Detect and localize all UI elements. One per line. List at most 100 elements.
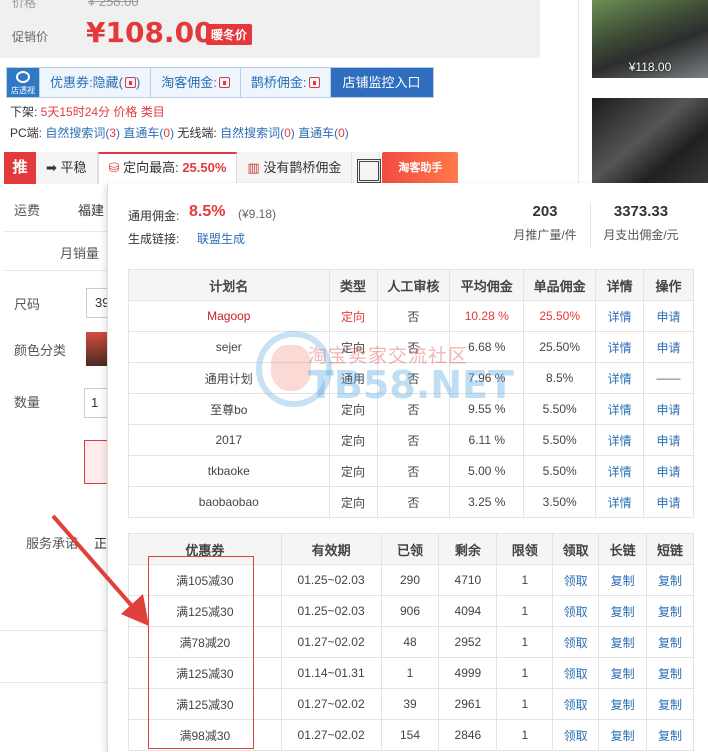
plan-detail-link[interactable]: 详情: [595, 424, 645, 456]
copy-long-link[interactable]: 复制: [598, 564, 648, 596]
column-header: 详情: [595, 269, 645, 301]
column-header: 操作: [643, 269, 694, 301]
tab-targeted-max[interactable]: ⛁ 定向最高: 25.50%: [97, 152, 238, 184]
generate-link-label: 生成链接:: [128, 232, 180, 246]
stat-monthly-promo: 203 月推广量/件: [513, 203, 577, 242]
plan-single: 25.50%: [523, 300, 597, 332]
coupon-left: 4710: [438, 564, 498, 596]
tab-no-queqiao[interactable]: ▥ 没有鹊桥佣金: [237, 152, 353, 184]
divider: [0, 682, 107, 683]
original-price: ¥ 258.00: [88, 0, 139, 9]
copy-short-link[interactable]: 复制: [646, 657, 694, 689]
price-block: [0, 0, 540, 58]
pc-direct-train-link[interactable]: 直通车(0): [123, 126, 174, 140]
table-row: Magoop 定向 否 10.28 % 25.50% 详情 申请: [128, 300, 694, 332]
coupon-limit: 1: [496, 626, 554, 658]
coupon-limit: 1: [496, 595, 554, 627]
coupon-taken: 154: [380, 719, 440, 751]
buy-now-button[interactable]: [84, 440, 108, 484]
wireless-direct-train-link[interactable]: 直通车(0): [298, 126, 349, 140]
color-label: 颜色分类: [14, 343, 67, 358]
column-header: 限领: [496, 533, 554, 565]
coupon-get-link[interactable]: 领取: [552, 595, 600, 627]
plan-apply-link[interactable]: 申请: [643, 455, 694, 487]
column-header: 类型: [328, 269, 378, 301]
copy-short-link[interactable]: 复制: [646, 719, 694, 751]
coupon-left: 2846: [438, 719, 498, 751]
stats: 203 月推广量/件 3373.33 月支出佣金/元: [500, 203, 691, 247]
general-commission-amount: (¥9.18): [238, 207, 277, 221]
plan-apply-link[interactable]: 申请: [643, 393, 694, 425]
copy-short-link[interactable]: 复制: [646, 595, 694, 627]
plan-review: 否: [376, 300, 451, 332]
copy-long-link[interactable]: 复制: [598, 719, 648, 751]
coupon-left: 4999: [438, 657, 498, 689]
plan-detail-link[interactable]: 详情: [595, 362, 645, 394]
plan-review: 否: [376, 455, 451, 487]
coupon-limit: 1: [496, 719, 554, 751]
alliance-generate-link[interactable]: 联盟生成: [197, 230, 245, 247]
plan-detail-link[interactable]: 详情: [595, 331, 645, 363]
coupon-get-link[interactable]: 领取: [552, 657, 600, 689]
dianTouShi-toolbar: 店透视 优惠券:隐藏() 淘客佣金: 鹊桥佣金: 店铺监控入口: [6, 67, 434, 98]
coupon-get-link[interactable]: 领取: [552, 719, 600, 751]
plan-detail-link[interactable]: 详情: [595, 393, 645, 425]
copy-short-link[interactable]: 复制: [646, 688, 694, 720]
coupon-taken: 39: [380, 688, 440, 720]
copy-long-link[interactable]: 复制: [598, 657, 648, 689]
lock-icon: [218, 77, 230, 88]
watermark-domain: TB58.NET: [308, 363, 514, 407]
coupon-left: 4094: [438, 595, 498, 627]
taoke-commission-button[interactable]: 淘客佣金:: [150, 68, 240, 97]
promo-price: ¥108.00: [86, 16, 214, 49]
general-commission-rate: 8.5%: [189, 203, 226, 220]
column-header: 已领: [380, 533, 440, 565]
coupon-limit: 1: [496, 564, 554, 596]
plan-apply-link[interactable]: 申请: [643, 331, 694, 363]
qr-code-icon[interactable]: [352, 152, 382, 184]
coins-icon: ⛁: [108, 160, 120, 175]
wireless-search-keywords-link[interactable]: 自然搜索词(0): [220, 126, 295, 140]
copy-long-link[interactable]: 复制: [598, 626, 648, 658]
plan-detail-link[interactable]: 详情: [595, 300, 645, 332]
coupon-period: 01.27~02.02: [280, 626, 382, 658]
plan-detail-link[interactable]: 详情: [595, 455, 645, 487]
copy-short-link[interactable]: 复制: [646, 626, 694, 658]
copy-short-link[interactable]: 复制: [646, 564, 694, 596]
shelf-countdown: 5天15时24分: [40, 105, 111, 119]
coupon-get-link[interactable]: 领取: [552, 626, 600, 658]
table-row: 2017 定向 否 6.11 % 5.50% 详情 申请: [128, 424, 694, 456]
plan-type: 定向: [328, 424, 378, 456]
plan-apply-link[interactable]: 申请: [643, 424, 694, 456]
watermark-hand-icon: [271, 345, 311, 391]
column-header: 人工审核: [376, 269, 451, 301]
coupon-get-link[interactable]: 领取: [552, 688, 600, 720]
category-link[interactable]: 类目: [141, 105, 165, 119]
copy-long-link[interactable]: 复制: [598, 595, 648, 627]
plan-detail-link[interactable]: 详情: [595, 486, 645, 518]
keyword-info: PC端: 自然搜索词(3) 直通车(0) 无线端: 自然搜索词(0) 直通车(0…: [10, 126, 349, 140]
table-row: tkbaoke 定向 否 5.00 % 5.50% 详情 申请: [128, 455, 694, 487]
stat-monthly-commission: 3373.33 月支出佣金/元: [603, 203, 679, 242]
column-header: 短链: [646, 533, 694, 565]
taoke-helper-button[interactable]: 淘客助手: [382, 152, 459, 184]
coupon-taken: 906: [380, 595, 440, 627]
pc-search-keywords-link[interactable]: 自然搜索词(3): [45, 126, 120, 140]
shipping-value: 福建: [78, 203, 105, 218]
tab-push[interactable]: 推: [4, 152, 36, 184]
coupon-left: 2952: [438, 626, 498, 658]
plan-apply-link[interactable]: 申请: [643, 486, 694, 518]
quantity-input[interactable]: 1: [84, 388, 108, 418]
queqiao-commission-button[interactable]: 鹊桥佣金:: [239, 68, 330, 97]
coupon-get-link[interactable]: 领取: [552, 564, 600, 596]
arrow-right-icon: ➡: [46, 160, 57, 175]
coupon-button[interactable]: 优惠券:隐藏(): [39, 68, 150, 97]
shop-monitor-button[interactable]: 店铺监控入口: [329, 68, 433, 97]
copy-long-link[interactable]: 复制: [598, 688, 648, 720]
plan-apply-link[interactable]: 申请: [643, 300, 694, 332]
tab-stable[interactable]: ➡ 平稳: [36, 152, 98, 184]
color-thumbnail[interactable]: [86, 332, 108, 366]
coupon-taken: 290: [380, 564, 440, 596]
coupon-limit: 1: [496, 657, 554, 689]
product-thumbnail[interactable]: [592, 98, 708, 184]
